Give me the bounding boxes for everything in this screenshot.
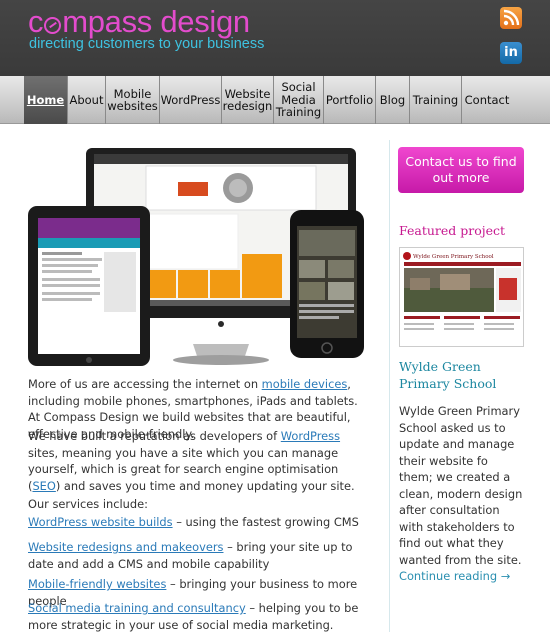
intro-text-a: More of us are accessing the internet on (28, 377, 262, 391)
featured-project-heading: Featured project (399, 223, 506, 238)
service-item: Social media training and consultancy – … (28, 600, 373, 632)
mobile-friendly-link[interactable]: Mobile-friendly websites (28, 577, 166, 591)
featured-site-name: Wylde Green Primary School (413, 254, 494, 260)
nav-item-portfolio[interactable]: Portfolio (324, 76, 376, 124)
rss-icon[interactable] (500, 7, 522, 29)
service-desc: – using the fastest growing CMS (172, 515, 359, 529)
site-tagline: directing customers to your business (29, 36, 265, 52)
main-navigation: Home About Mobile websites WordPress Web… (0, 76, 550, 124)
nav-item-training[interactable]: Training (410, 76, 462, 124)
nav-item-website-redesign[interactable]: Website redesign (222, 76, 274, 124)
featured-project-thumbnail[interactable]: Wylde Green Primary School (399, 247, 524, 347)
wordpress-paragraph: We have built a reputation as developers… (28, 428, 373, 494)
wordpress-builds-link[interactable]: WordPress website builds (28, 515, 173, 529)
service-item: WordPress website builds – using the fas… (28, 514, 373, 531)
wordpress-text-c: ) and saves you time and money updating … (55, 478, 355, 493)
nav-item-contact[interactable]: Contact (462, 76, 512, 124)
column-divider (389, 140, 390, 632)
seo-link[interactable]: SEO (32, 479, 55, 493)
wordpress-link[interactable]: WordPress (281, 429, 340, 443)
logo-letter-c: c (28, 4, 44, 39)
featured-project-description: Wylde Green Primary School asked us to u… (399, 403, 525, 585)
project-desc-text: Wylde Green Primary School asked us to u… (399, 404, 523, 567)
nav-item-mobile-websites[interactable]: Mobile websites (106, 76, 160, 124)
website-redesigns-link[interactable]: Website redesigns and makeovers (28, 540, 223, 554)
nav-item-about[interactable]: About (68, 76, 106, 124)
featured-project-title[interactable]: Wylde Green Primary School (399, 358, 524, 392)
linkedin-icon[interactable]: in (500, 42, 522, 64)
social-media-training-link[interactable]: Social media training and consultancy (28, 601, 246, 615)
site-logo[interactable]: c mpass design (28, 4, 250, 40)
nav-item-wordpress[interactable]: WordPress (160, 76, 222, 124)
contact-us-button[interactable]: Contact us to find out more (398, 147, 524, 193)
continue-reading-link[interactable]: Continue reading → (399, 569, 510, 583)
compass-icon (44, 17, 62, 34)
devices-hero-image (28, 144, 370, 370)
logo-text: mpass design (62, 4, 250, 39)
wordpress-text-a: We have built a reputation as developers… (28, 429, 281, 443)
service-item: Website redesigns and makeovers – bring … (28, 539, 373, 572)
mobile-devices-link[interactable]: mobile devices (262, 377, 348, 391)
nav-item-social-media-training[interactable]: Social Media Training (274, 76, 324, 124)
services-heading: Our services include: (28, 497, 148, 511)
nav-item-home[interactable]: Home (24, 76, 68, 124)
site-header: c mpass design directing customers to you… (0, 0, 550, 76)
nav-item-blog[interactable]: Blog (376, 76, 410, 124)
